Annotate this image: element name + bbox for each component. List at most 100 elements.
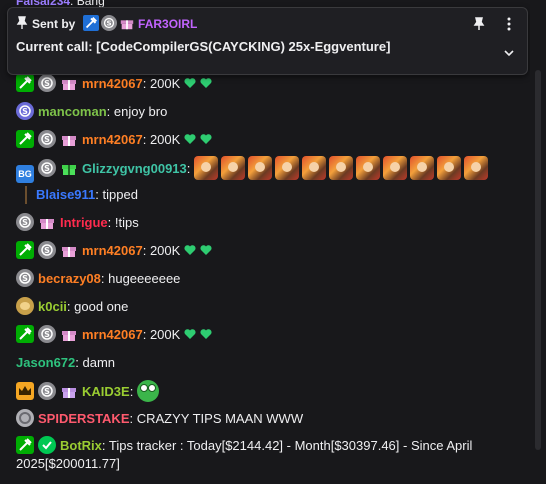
svg-text:S: S bbox=[44, 246, 50, 255]
chat-username[interactable]: KAID3E bbox=[82, 384, 130, 399]
svg-text:S: S bbox=[22, 274, 28, 283]
chat-message: Sbecrazy08: hugeeeeeee bbox=[16, 269, 524, 289]
green-heart-icon bbox=[184, 244, 196, 256]
chat-text: : enjoy bro bbox=[106, 104, 168, 119]
chevron-down-icon[interactable] bbox=[502, 46, 516, 60]
chat-message: Smrn42067: 200K bbox=[16, 325, 524, 345]
green-heart-icon bbox=[200, 77, 212, 89]
emote-icon[interactable] bbox=[410, 156, 435, 180]
chat-username[interactable]: mancoman bbox=[38, 104, 107, 119]
subscriber-badge-icon[interactable]: S bbox=[38, 130, 56, 148]
chat-message-continued: 2025[$200011.77] bbox=[16, 454, 524, 474]
gift-badge-icon[interactable] bbox=[60, 382, 78, 400]
chat-text: : 200K bbox=[142, 327, 181, 342]
moderator-badge-icon[interactable] bbox=[16, 74, 34, 92]
subscriber-badge-icon[interactable]: S bbox=[38, 241, 56, 259]
emote-icon[interactable] bbox=[275, 156, 300, 180]
chat-username[interactable]: mrn42067 bbox=[82, 76, 143, 91]
moderator-badge-icon[interactable] bbox=[16, 436, 34, 454]
coin-badge-icon[interactable] bbox=[16, 297, 34, 315]
moderator-badge-icon[interactable] bbox=[16, 130, 34, 148]
chat-text: : !tips bbox=[107, 215, 139, 230]
chat-message: S KAID3E: bbox=[16, 380, 524, 402]
bg-badge-icon[interactable]: BG bbox=[16, 165, 34, 183]
crown-badge-icon[interactable] bbox=[16, 382, 34, 400]
chat-message: S Intrigue: !tips bbox=[16, 213, 524, 233]
pinned-message-card[interactable]: Sent by S FAR3OIRL Current call: [CodeCo… bbox=[7, 7, 528, 75]
chat-message: SPIDERSTAKE: CRAZYY TIPS MAAN WWW bbox=[16, 409, 524, 429]
emote-icon[interactable] bbox=[221, 156, 246, 180]
svg-text:S: S bbox=[44, 135, 50, 144]
gift-badge-icon[interactable] bbox=[119, 15, 135, 31]
emote-icon[interactable] bbox=[464, 156, 489, 180]
svg-text:S: S bbox=[44, 387, 50, 396]
subscriber-badge-icon[interactable]: S bbox=[16, 213, 34, 231]
moderator-badge-icon[interactable] bbox=[16, 241, 34, 259]
scrollbar[interactable] bbox=[530, 0, 546, 484]
subscriber-badge-icon[interactable]: S bbox=[100, 15, 117, 31]
subscriber-badge-icon[interactable]: S bbox=[16, 269, 34, 287]
chat-username[interactable]: Glizzygvng00913 bbox=[82, 161, 187, 176]
chat-text: : good one bbox=[66, 299, 129, 314]
chat-message: BG S Glizzygvng00913: bbox=[16, 156, 524, 183]
chat-username[interactable]: Jason672 bbox=[16, 355, 75, 370]
chat-username[interactable]: mrn42067 bbox=[82, 243, 143, 258]
green-heart-icon bbox=[200, 328, 212, 340]
chat-username[interactable]: k0cii bbox=[38, 299, 67, 314]
gift-badge-icon[interactable] bbox=[38, 213, 56, 231]
chat-text: : bbox=[129, 384, 134, 399]
pinned-sender[interactable]: FAR3OIRL bbox=[138, 17, 197, 31]
subscriber-badge-icon[interactable]: S bbox=[38, 74, 56, 92]
more-options-icon[interactable] bbox=[501, 16, 517, 32]
pinned-header: Sent by S FAR3OIRL bbox=[16, 15, 197, 33]
emote-icon[interactable] bbox=[329, 156, 354, 180]
subscriber-badge-icon[interactable]: S bbox=[38, 325, 56, 343]
unpin-icon[interactable] bbox=[471, 16, 487, 32]
chat-username[interactable]: BotRix bbox=[60, 438, 102, 453]
subscriber-badge-icon[interactable]: S bbox=[38, 159, 56, 177]
green-heart-icon bbox=[184, 133, 196, 145]
gift-badge-icon[interactable] bbox=[60, 159, 78, 177]
gift-badge-icon[interactable] bbox=[60, 130, 78, 148]
sent-by-label: Sent by bbox=[32, 17, 76, 31]
chat-message: Smrn42067: 200K bbox=[16, 74, 524, 94]
svg-text:S: S bbox=[22, 107, 28, 116]
moderator-badge-icon[interactable] bbox=[82, 15, 99, 31]
subscriber-badge-icon[interactable]: S bbox=[16, 102, 34, 120]
svg-text:S: S bbox=[44, 79, 50, 88]
chat-username[interactable]: becrazy08 bbox=[38, 271, 101, 286]
chat-username[interactable]: Blaise911 bbox=[36, 187, 95, 202]
chat-username[interactable]: mrn42067 bbox=[82, 132, 143, 147]
chat-panel: Faisal234: Bang Smrn42067: 200K Smancoma… bbox=[0, 0, 530, 484]
green-heart-icon bbox=[184, 77, 196, 89]
emote-icon[interactable] bbox=[248, 156, 273, 180]
scrollbar-thumb[interactable] bbox=[535, 70, 541, 450]
tip-indicator bbox=[25, 186, 27, 204]
pinned-message-text: Current call: [CodeCompilerGS(CAYCKING) … bbox=[16, 39, 391, 54]
frog-emote-icon[interactable] bbox=[137, 380, 160, 402]
subscriber-badge-icon[interactable]: S bbox=[38, 382, 56, 400]
green-heart-icon bbox=[200, 244, 212, 256]
chat-text: : damn bbox=[75, 355, 116, 370]
emote-icon[interactable] bbox=[383, 156, 408, 180]
verified-badge-icon[interactable] bbox=[38, 436, 56, 454]
chat-username[interactable]: mrn42067 bbox=[82, 327, 143, 342]
emote-icon[interactable] bbox=[437, 156, 462, 180]
gift-badge-icon[interactable] bbox=[60, 325, 78, 343]
gift-badge-icon[interactable] bbox=[60, 74, 78, 92]
silver-badge-icon[interactable] bbox=[16, 409, 34, 427]
svg-text:S: S bbox=[44, 330, 50, 339]
chat-text: : 200K bbox=[142, 132, 181, 147]
chat-username[interactable]: SPIDERSTAKE bbox=[38, 411, 130, 426]
gift-badge-icon[interactable] bbox=[60, 241, 78, 259]
emote-icon[interactable] bbox=[194, 156, 219, 180]
chat-username[interactable]: Intrigue bbox=[60, 215, 108, 230]
moderator-badge-icon[interactable] bbox=[16, 325, 34, 343]
svg-text:S: S bbox=[106, 19, 111, 28]
emote-icon[interactable] bbox=[302, 156, 327, 180]
chat-message: Smrn42067: 200K bbox=[16, 241, 524, 261]
chat-text: : hugeeeeeee bbox=[100, 271, 181, 286]
chat-message: Smrn42067: 200K bbox=[16, 130, 524, 150]
chat-message: Smancoman: enjoy bro bbox=[16, 102, 524, 122]
emote-icon[interactable] bbox=[356, 156, 381, 180]
